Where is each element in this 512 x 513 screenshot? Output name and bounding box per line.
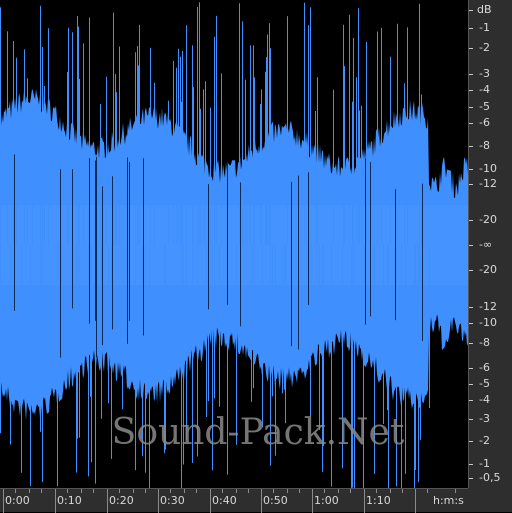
time-minor-tick: [222, 489, 223, 493]
db-label: -12: [479, 177, 497, 190]
db-unit-label: dB: [477, 3, 492, 16]
db-tick: [469, 107, 473, 108]
time-tick: [312, 489, 313, 513]
db-label: -2: [479, 41, 490, 54]
time-label: 0:30: [160, 494, 185, 507]
db-label: -10: [479, 162, 497, 175]
db-tick: [469, 400, 473, 401]
db-tick: [469, 270, 473, 271]
db-tick: [469, 343, 473, 344]
time-minor-tick: [273, 489, 274, 493]
time-minor-tick: [145, 489, 146, 493]
db-tick: [469, 74, 473, 75]
db-scale-ruler: dB -1 -2 -3 -4 -5 -6 -8 -10 -12 -20 -∞ -…: [468, 0, 512, 488]
db-tick: [469, 10, 473, 11]
time-minor-tick: [427, 489, 428, 493]
time-minor-tick: [402, 489, 403, 493]
time-label: 1:00: [314, 494, 339, 507]
time-tick: [158, 489, 159, 513]
db-tick: [469, 384, 473, 385]
db-tick: [469, 245, 473, 246]
time-tick: [107, 489, 108, 513]
db-tick: [469, 184, 473, 185]
db-tick: [469, 368, 473, 369]
time-minor-tick: [41, 489, 42, 493]
db-tick: [469, 28, 473, 29]
db-label: -6: [479, 361, 490, 374]
time-tick: [364, 489, 365, 513]
db-tick: [469, 220, 473, 221]
time-label: 0:40: [212, 494, 237, 507]
time-unit-label: h:m:s: [433, 494, 464, 507]
db-label: -3: [479, 67, 490, 80]
time-tick: [210, 489, 211, 513]
time-minor-tick: [236, 489, 237, 493]
time-minor-tick: [455, 489, 456, 493]
db-label: -5: [479, 377, 490, 390]
waveform-display[interactable]: [0, 0, 468, 488]
time-tick: [415, 489, 416, 513]
time-minor-tick: [15, 489, 16, 493]
db-tick: [469, 146, 473, 147]
time-minor-tick: [67, 489, 68, 493]
time-minor-tick: [119, 489, 120, 493]
db-center-label: -∞: [479, 238, 493, 251]
time-minor-tick: [350, 489, 351, 493]
db-label: -5: [479, 100, 490, 113]
db-label: -1: [479, 457, 490, 470]
db-tick: [469, 441, 473, 442]
db-tick: [469, 323, 473, 324]
time-tick: [261, 489, 262, 513]
db-tick: [469, 464, 473, 465]
time-label: 0:00: [5, 494, 30, 507]
db-label: -4: [479, 83, 490, 96]
db-label: -0,5: [479, 471, 501, 484]
db-tick: [469, 123, 473, 124]
time-minor-tick: [184, 489, 185, 493]
db-label: -8: [479, 336, 490, 349]
db-tick: [469, 169, 473, 170]
time-label: 0:50: [263, 494, 288, 507]
db-label: -3: [479, 412, 490, 425]
db-label: -20: [479, 263, 497, 276]
time-minor-tick: [338, 489, 339, 493]
time-label: 1:10: [366, 494, 391, 507]
db-label: -12: [479, 300, 497, 313]
time-minor-tick: [133, 489, 134, 493]
db-label: -10: [479, 316, 497, 329]
time-minor-tick: [170, 489, 171, 493]
time-label: 0:10: [57, 494, 82, 507]
db-tick: [469, 307, 473, 308]
time-minor-tick: [81, 489, 82, 493]
time-minor-tick: [287, 489, 288, 493]
time-minor-tick: [196, 489, 197, 493]
time-minor-tick: [299, 489, 300, 493]
db-label: -20: [479, 213, 497, 226]
db-tick: [469, 48, 473, 49]
db-label: -6: [479, 116, 490, 129]
time-minor-tick: [376, 489, 377, 493]
time-minor-tick: [93, 489, 94, 493]
time-minor-tick: [29, 489, 30, 493]
time-minor-tick: [390, 489, 391, 493]
db-label: -4: [479, 393, 490, 406]
db-label: -8: [479, 139, 490, 152]
time-tick: [3, 489, 4, 513]
time-tick: [55, 489, 56, 513]
time-ruler[interactable]: 0:00 0:10 0:20 0:30 0:40 0:50 1:00 1:10 …: [0, 488, 512, 513]
ruler-corner: [468, 488, 512, 512]
db-tick: [469, 419, 473, 420]
time-minor-tick: [248, 489, 249, 493]
time-minor-tick: [324, 489, 325, 493]
db-tick: [469, 478, 473, 479]
waveform-svg: [0, 2, 468, 488]
db-label: -1: [479, 21, 490, 34]
time-label: 0:20: [109, 494, 134, 507]
db-tick: [469, 90, 473, 91]
db-label: -2: [479, 434, 490, 447]
